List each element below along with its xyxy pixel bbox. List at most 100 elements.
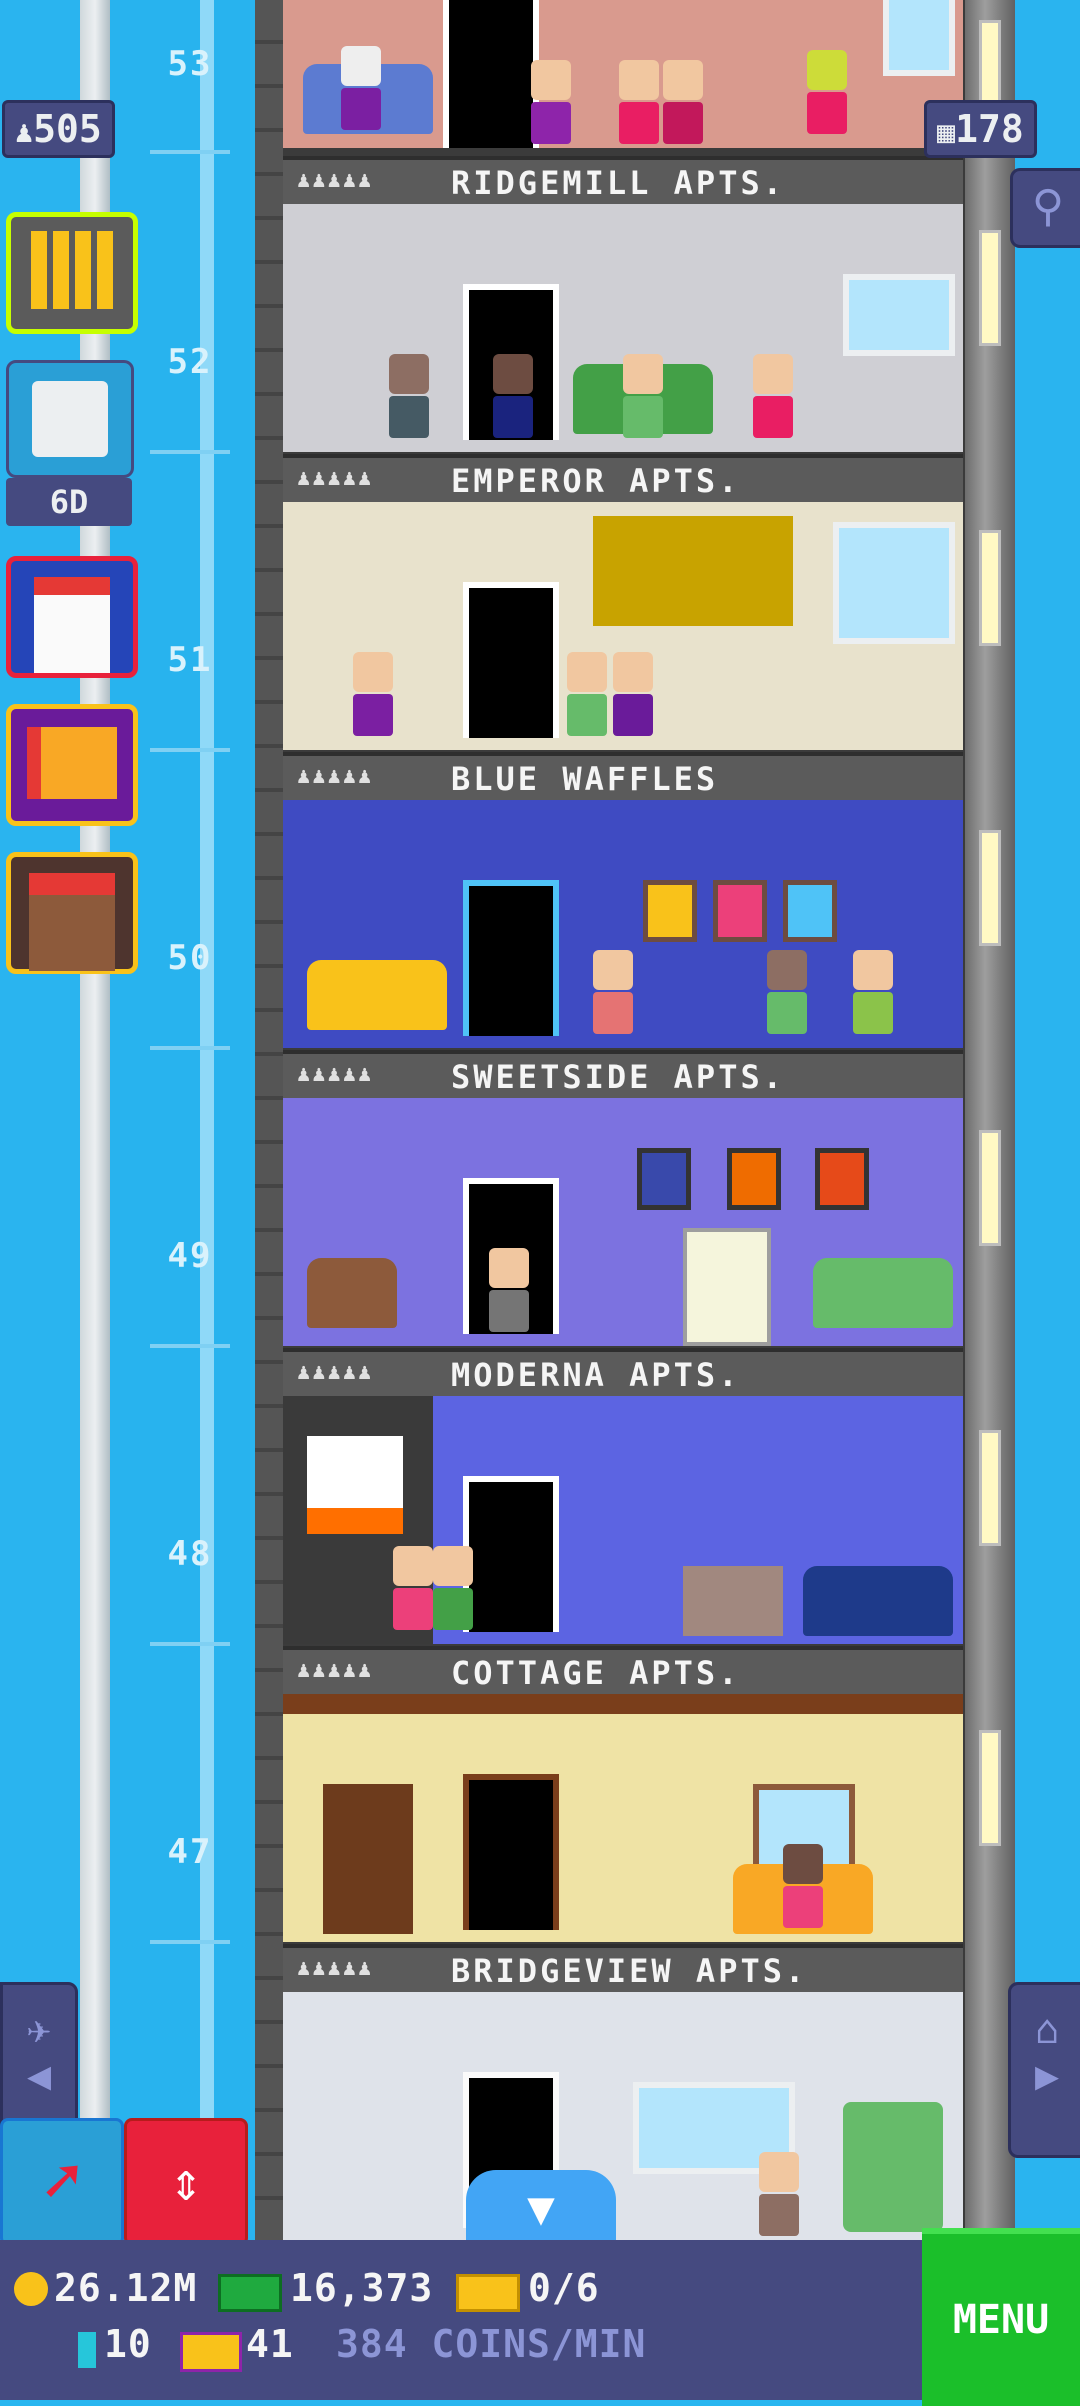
resident[interactable] — [493, 354, 533, 444]
gift-button[interactable] — [6, 704, 138, 826]
floor-banner[interactable]: ♟♟♟♟♟ MODERNA APTS. — [283, 1348, 963, 1396]
chevron-right-icon: ▶ — [1034, 2053, 1060, 2099]
floor-counter[interactable]: ▦178 — [924, 100, 1037, 158]
floor-room[interactable] — [283, 1098, 963, 1346]
floor-name: BLUE WAFFLES — [451, 760, 719, 798]
floor-name: RIDGEMILL APTS. — [451, 164, 785, 202]
elevator-floor-number: 49 — [167, 1236, 213, 1276]
key-icon — [78, 2332, 96, 2368]
resident[interactable] — [623, 354, 663, 444]
tower-light — [979, 830, 1001, 946]
resident[interactable] — [759, 2152, 799, 2242]
bux-icon — [218, 2274, 282, 2312]
bookshelf — [323, 1784, 413, 1934]
floor-room[interactable] — [283, 204, 963, 452]
chevron-left-icon: ◀ — [26, 2053, 52, 2099]
resident[interactable] — [807, 50, 847, 140]
floor-banner[interactable]: ♟♟♟♟♟ RIDGEMILL APTS. — [283, 156, 963, 204]
house-icon: ⌂ — [1034, 2007, 1060, 2053]
resident[interactable] — [663, 60, 703, 150]
resident[interactable] — [753, 354, 793, 444]
resident[interactable] — [389, 354, 429, 444]
search-button[interactable]: ⚲ — [1010, 168, 1080, 248]
elevator-floor-number: 53 — [167, 44, 213, 84]
door — [463, 1774, 559, 1930]
resident[interactable] — [489, 1248, 529, 1338]
picture-frame — [713, 880, 767, 942]
calendar-icon — [34, 577, 110, 673]
grid-building-icon — [31, 231, 113, 309]
floor-room[interactable] — [283, 1992, 963, 2240]
sofa — [307, 960, 447, 1030]
resident[interactable] — [593, 950, 633, 1040]
airplane-icon: ✈ — [26, 2007, 52, 2053]
build-floor-button[interactable] — [6, 212, 138, 334]
elevator-floor-number: 47 — [167, 1832, 213, 1872]
tower-light — [979, 1430, 1001, 1546]
resident-dots: ♟♟♟♟♟ — [297, 466, 374, 491]
floor-room[interactable] — [283, 800, 963, 1048]
population-counter[interactable]: ♟505 — [2, 100, 115, 158]
window — [883, 0, 955, 76]
missions-button[interactable] — [6, 360, 134, 478]
floor-banner[interactable]: ♟♟♟♟♟ COTTAGE APTS. — [283, 1646, 963, 1694]
resident[interactable] — [567, 652, 607, 742]
elevator-button[interactable]: ⇕ — [124, 2118, 248, 2246]
floor-banner[interactable]: ♟♟♟♟♟ BRIDGEVIEW APTS. — [283, 1944, 963, 1992]
tower-light — [979, 1730, 1001, 1846]
elevator-floor-number: 52 — [167, 342, 213, 382]
elevator-floor-number: 48 — [167, 1534, 213, 1574]
floor-room[interactable] — [283, 0, 963, 148]
floor-room[interactable] — [283, 502, 963, 750]
window — [833, 522, 955, 644]
elevator-divider — [150, 1046, 230, 1050]
event-timer: 6D — [6, 478, 132, 526]
resident[interactable] — [853, 950, 893, 1040]
floor-banner[interactable]: ♟♟♟♟♟ BLUE WAFFLES — [283, 752, 963, 800]
resident[interactable] — [619, 60, 659, 150]
gift-icon — [27, 727, 117, 799]
floor-banner[interactable]: ♟♟♟♟♟ SWEETSIDE APTS. — [283, 1050, 963, 1098]
resident[interactable] — [341, 46, 381, 136]
floor-room[interactable] — [283, 1694, 963, 1942]
tower-light — [979, 230, 1001, 346]
menu-button[interactable]: MENU — [922, 2228, 1080, 2406]
calendar-button[interactable] — [6, 556, 138, 678]
armchair — [307, 1258, 397, 1328]
resident[interactable] — [783, 1844, 823, 1934]
resident[interactable] — [531, 60, 571, 150]
coin-icon — [14, 2272, 48, 2306]
resident[interactable] — [767, 950, 807, 1040]
scroll-down-button[interactable]: ▼ — [466, 2170, 616, 2240]
floor-count-value: 178 — [955, 107, 1024, 151]
down-arrow-icon: ▼ — [527, 2181, 555, 2235]
door — [443, 0, 539, 148]
floor-name: COTTAGE APTS. — [451, 1654, 741, 1692]
keys-value: 10 — [104, 2322, 152, 2366]
vip-value: 41 — [246, 2322, 294, 2366]
up-down-arrows-icon: ⇕ — [169, 2150, 203, 2213]
resident[interactable] — [353, 652, 393, 742]
picture-frame — [643, 880, 697, 942]
resident[interactable] — [613, 652, 653, 742]
elevator-divider — [150, 1642, 230, 1646]
elevator-floor-number: 51 — [167, 640, 213, 680]
fridge — [843, 2102, 943, 2232]
elevator-divider — [150, 1344, 230, 1348]
resident[interactable] — [433, 1546, 473, 1636]
rocket-button[interactable]: ➚ — [0, 2118, 124, 2246]
floor-banner[interactable]: ♟♟♟♟♟ EMPEROR APTS. — [283, 454, 963, 502]
rocket-icon: ➚ — [42, 2145, 82, 2219]
picture-frame — [783, 880, 837, 942]
resident[interactable] — [393, 1546, 433, 1636]
moving-box — [683, 1566, 783, 1636]
shop-button[interactable] — [6, 852, 138, 974]
floor-room[interactable] — [283, 1396, 963, 1644]
door — [463, 880, 559, 1036]
sofa — [813, 1258, 953, 1328]
ticket-icon — [456, 2274, 520, 2312]
right-nav-button[interactable]: ⌂ ▶ — [1008, 1982, 1080, 2158]
elevator-shaft[interactable] — [80, 0, 330, 2240]
picture-frame — [727, 1148, 781, 1210]
magnifier-icon: ⚲ — [1031, 181, 1065, 232]
